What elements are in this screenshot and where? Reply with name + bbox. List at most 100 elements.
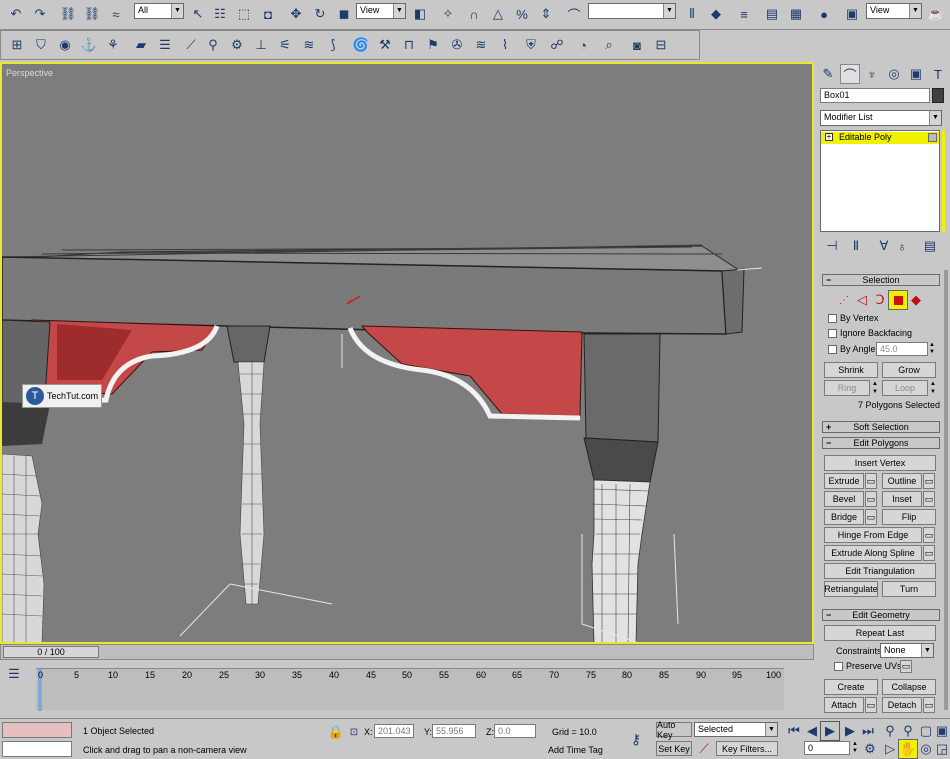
selection-filter-dropdown[interactable]: All ▼	[134, 3, 184, 19]
pivot-center-icon[interactable]: ◧	[410, 4, 430, 24]
time-slider-thumb[interactable]: 0 / 100	[3, 646, 99, 658]
hinge-settings-button[interactable]: ▭	[923, 527, 935, 543]
bevel-button[interactable]: Bevel	[824, 491, 864, 507]
angle-spinner-arrows-icon[interactable]: ▲ ▼	[928, 342, 936, 356]
previous-frame-icon[interactable]: ◀	[802, 721, 822, 741]
rotator-icon[interactable]: ✇	[447, 35, 467, 55]
ring-button[interactable]: Ring	[824, 380, 870, 396]
sphere-icon[interactable]: ◉	[55, 35, 75, 55]
figure-icon[interactable]: ⚘	[103, 35, 123, 55]
shrink-button[interactable]: Shrink	[824, 362, 878, 378]
quick-render-icon[interactable]: ☕	[926, 4, 946, 24]
angle-spinner-field[interactable]: 45.0	[876, 342, 928, 356]
barrel-icon[interactable]: ⊓	[399, 35, 419, 55]
extrude-along-spline-button[interactable]: Extrude Along Spline	[824, 545, 922, 561]
schematic-view-icon[interactable]: ▦	[786, 4, 806, 24]
maximize-viewport-icon[interactable]: ◲	[932, 739, 950, 759]
absolute-mode-icon[interactable]: ⊡	[344, 722, 364, 742]
spinner-snap-icon[interactable]: ⇕	[536, 4, 556, 24]
go-to-start-icon[interactable]: ⏮	[784, 721, 804, 741]
key-icon[interactable]: ⚷	[626, 729, 646, 749]
hinge-icon[interactable]: ⊥	[251, 35, 271, 55]
field-of-view-icon[interactable]: ▷	[880, 739, 900, 759]
default-tangents-icon[interactable]: ⟋	[694, 739, 714, 759]
detach-settings-button[interactable]: ▭	[923, 697, 935, 713]
expand-plus-icon[interactable]: +	[825, 133, 833, 141]
align-icon[interactable]: ◆	[706, 4, 726, 24]
utilities-tab-icon[interactable]: T	[928, 64, 948, 84]
camera-icon[interactable]: ▰	[131, 35, 151, 55]
render-setup-icon[interactable]: ◙	[627, 35, 647, 55]
add-time-tag-button[interactable]: Add Time Tag	[548, 742, 616, 757]
select-object-icon[interactable]: ↖	[188, 4, 208, 24]
extrude-button[interactable]: Extrude	[824, 473, 864, 489]
soft-selection-rollout-header[interactable]: + Soft Selection	[822, 421, 940, 433]
detach-button[interactable]: Detach	[882, 697, 922, 713]
attach-button[interactable]: Attach	[824, 697, 864, 713]
window-crossing-icon[interactable]: ◘	[258, 4, 278, 24]
by-angle-checkbox[interactable]	[828, 345, 837, 354]
bind-to-space-warp-icon[interactable]: ≈	[106, 4, 126, 24]
current-frame-field[interactable]: 0	[804, 741, 850, 755]
fillet-icon[interactable]: ◔	[573, 35, 593, 55]
layer-manager-icon[interactable]: ≡	[734, 4, 754, 24]
render-frame-icon[interactable]: ⌕	[599, 35, 619, 55]
zoom-all-icon[interactable]: ⚲	[898, 721, 918, 741]
repeat-last-button[interactable]: Repeat Last	[824, 625, 936, 641]
object-color-swatch[interactable]	[932, 88, 944, 103]
by-vertex-checkbox[interactable]	[828, 314, 837, 323]
edge-mode-icon[interactable]: ◁	[852, 290, 872, 310]
tornado-icon[interactable]: 🌀	[351, 35, 371, 55]
percent-snap-icon[interactable]: %	[512, 4, 532, 24]
collapse-button[interactable]: Collapse	[882, 679, 936, 695]
edit-polygons-rollout-header[interactable]: − Edit Polygons	[822, 437, 940, 449]
inset-settings-button[interactable]: ▭	[923, 491, 935, 507]
angle-snap-icon[interactable]: △	[488, 4, 508, 24]
motion-tab-icon[interactable]: ◎	[884, 64, 904, 84]
preserve-uvs-checkbox[interactable]	[834, 662, 843, 671]
pin-stack-icon[interactable]: ⊣	[822, 236, 842, 256]
x-coord-field[interactable]: 201.043	[374, 724, 414, 738]
cape-icon[interactable]: ⛨	[521, 35, 541, 55]
bevel-settings-button[interactable]: ▭	[865, 491, 877, 507]
perspective-viewport[interactable]: Perspective T TechTut.com	[0, 62, 814, 644]
set-key-button[interactable]: Set Key	[656, 741, 692, 756]
object-name-field[interactable]: Box01	[820, 88, 930, 103]
scale-icon[interactable]: ◼	[334, 4, 354, 24]
select-manipulate-icon[interactable]: ✧	[438, 4, 458, 24]
ignore-backfacing-checkbox[interactable]	[828, 329, 837, 338]
create-button[interactable]: Create	[824, 679, 878, 695]
ring-spinner-icon[interactable]: ▲ ▼	[871, 380, 879, 396]
outline-button[interactable]: Outline	[882, 473, 922, 489]
turn-button[interactable]: Turn	[882, 581, 936, 597]
hierarchy-tab-icon[interactable]: ♆	[862, 64, 882, 84]
bones-icon[interactable]: ⚒	[375, 35, 395, 55]
polygon-mode-icon[interactable]	[888, 290, 908, 310]
frame-spinner-icon[interactable]: ▲ ▼	[851, 741, 859, 755]
cloth-icon[interactable]: ≋	[471, 35, 491, 55]
pan-view-icon[interactable]: ✋	[898, 739, 918, 759]
zoom-icon[interactable]: ⚲	[880, 721, 900, 741]
named-selection-sets-dropdown[interactable]: ▼	[588, 3, 676, 19]
object-paint-icon[interactable]: ⊞	[7, 35, 27, 55]
configure-modifier-sets-icon[interactable]: ▤	[920, 236, 940, 256]
y-coord-field[interactable]: 55.956	[432, 724, 476, 738]
material-editor-icon[interactable]: ●	[814, 4, 834, 24]
maxscript-listener-top[interactable]	[2, 722, 72, 738]
key-mode-dropdown[interactable]: Selected ▼	[694, 722, 778, 737]
select-by-name-icon[interactable]: ☷	[210, 4, 230, 24]
snaps-toggle-icon[interactable]: ∩	[464, 4, 484, 24]
next-frame-icon[interactable]: ▶	[840, 721, 860, 741]
make-unique-icon[interactable]: ∀	[874, 236, 894, 256]
attach-settings-button[interactable]: ▭	[865, 697, 877, 713]
edit-geometry-rollout-header[interactable]: − Edit Geometry	[822, 609, 940, 621]
z-coord-field[interactable]: 0.0	[494, 724, 536, 738]
flip-button[interactable]: Flip	[882, 509, 936, 525]
element-mode-icon[interactable]: ◆	[906, 290, 926, 310]
bridge-button[interactable]: Bridge	[824, 509, 864, 525]
auto-key-button[interactable]: Auto Key	[656, 720, 692, 740]
film-icon[interactable]: ⊟	[651, 35, 671, 55]
panel-scrollbar[interactable]	[944, 270, 948, 710]
gear-icon[interactable]: ⚙	[227, 35, 247, 55]
unlink-selection-icon[interactable]: ⛓	[82, 4, 102, 24]
